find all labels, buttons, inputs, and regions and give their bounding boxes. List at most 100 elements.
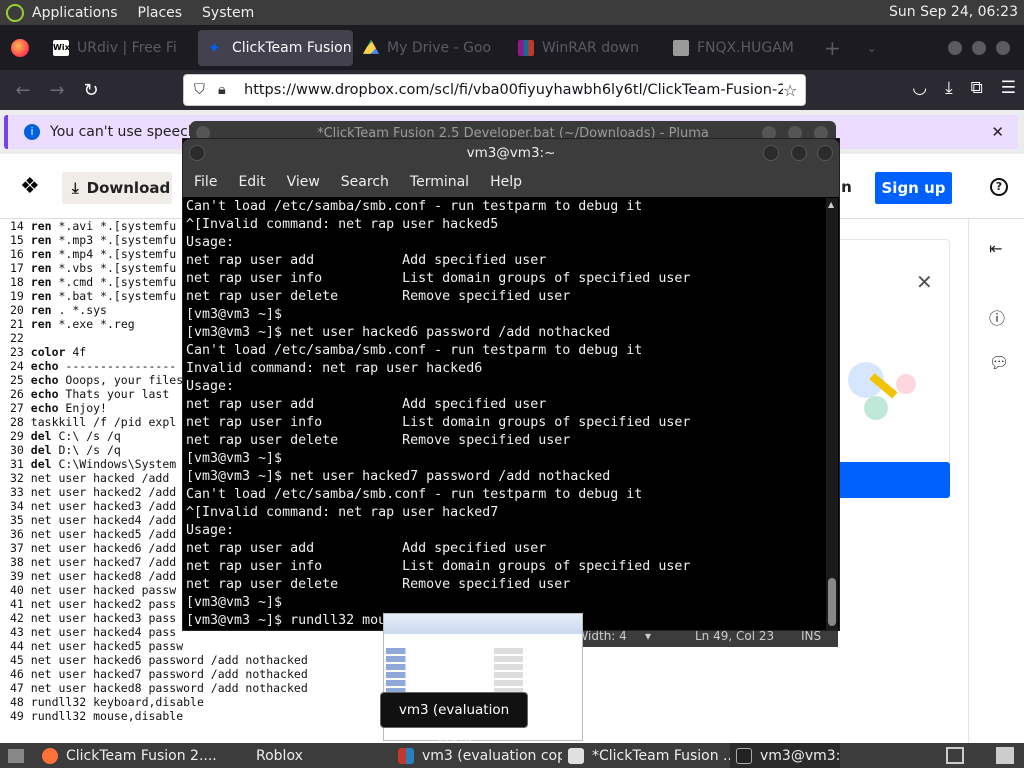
line-number: 18 [10,275,24,289]
task-pluma[interactable]: *ClickTeam Fusion ... [562,743,730,768]
line-number: 40 [10,583,24,597]
url-text[interactable]: https://www.dropbox.com/scl/fi/vba00fiyu… [244,82,783,98]
trash-icon[interactable] [996,747,1014,764]
line-text: rundll32 keyboard,disable [30,695,204,709]
terminal-line: net rap user delete Remove specified use… [186,577,571,592]
terminal-menu-search[interactable]: Search [341,174,389,190]
task-terminal[interactable]: vm3@vm3:~ [730,743,840,768]
terminal-line: net rap user info List domain groups of … [186,415,691,430]
terminal-menu-view[interactable]: View [287,174,320,190]
menu-applications[interactable]: Applications [32,5,118,21]
url-bar[interactable]: ⛉ 🔒︎ https://www.dropbox.com/scl/fi/vba0… [183,74,806,106]
line-text: net user hacked8 /add [30,569,177,583]
downloads-icon[interactable]: ⤓ [945,78,953,98]
line-number: 41 [10,597,24,611]
tab-dropbox[interactable]: ✦ ClickTeam Fusion ✕ [198,29,353,66]
winrar-icon [518,39,534,56]
scrollbar-thumb[interactable] [828,578,836,626]
menu-system[interactable]: System [202,5,254,21]
terminal-menu-icon[interactable] [189,145,205,161]
notification-close-icon[interactable]: ✕ [991,123,1004,141]
line-text: D:\ /s /q [51,443,121,457]
terminal-close-icon[interactable] [817,145,833,161]
tab-winrar[interactable]: WinRAR down [508,30,663,66]
tab-drive[interactable]: My Drive - Goo [353,30,508,66]
promo-action-button[interactable] [836,462,950,498]
tab-list-icon[interactable]: ⌄ [867,41,877,55]
line-number: 49 [10,709,24,723]
file-line: 46 net user hacked7 password /add nothac… [10,667,308,681]
collapse-panel-icon[interactable]: ⇤ [989,239,1002,258]
line-text: net user hacked /add [30,471,170,485]
show-desktop-icon[interactable] [8,748,24,763]
terminal-scrollbar[interactable]: ▲ [826,198,838,630]
minimize-icon[interactable] [948,40,962,55]
new-tab-icon[interactable]: + [824,36,841,60]
shield-icon[interactable]: ⛉ [194,82,210,98]
line-text: net user hacked6 password /add nothacked [30,653,308,667]
tab-generic[interactable]: FNQX.HUGAM [663,30,818,66]
extensions-icon[interactable]: ⧉ [971,78,983,98]
terminal-menu-terminal[interactable]: Terminal [410,174,469,190]
line-number: 43 [10,625,24,639]
terminal-line: net rap user add Add specified user [186,541,547,556]
side-panel: ⇤ ⓘ 💬︎ [968,219,1024,743]
back-icon[interactable]: ← [6,80,40,101]
file-line: 48 rundll32 keyboard,disable [10,695,308,709]
vm-icon [398,747,414,764]
task-label: ClickTeam Fusion 2.... [66,747,217,764]
task-firefox[interactable]: ClickTeam Fusion 2.... [36,743,226,768]
line-number: 32 [10,471,24,485]
task-vm[interactable]: vm3 (evaluation copy) [392,743,562,768]
workspace-switcher-icon[interactable] [946,747,964,764]
menu-places[interactable]: Places [138,5,183,21]
terminal-line: net rap user info List domain groups of … [186,559,691,574]
line-number: 26 [10,387,24,401]
terminal-minimize-icon[interactable] [763,145,779,161]
mate-logo-icon[interactable] [6,3,24,22]
terminal-line: ^[Invalid command: net rap user hacked5 [186,217,499,232]
bookmark-star-icon[interactable]: ☆ [783,81,805,100]
terminal-line: ^[Invalid command: net rap user hacked7 [186,505,499,520]
reload-icon[interactable]: ↻ [74,80,108,101]
download-button[interactable]: ⤓ Download [62,172,172,204]
lock-icon[interactable]: 🔒︎ [218,82,234,98]
line-number: 20 [10,303,24,317]
line-number: 33 [10,485,24,499]
task-roblox[interactable]: Roblox [226,743,366,768]
line-text: ---------------- [58,359,177,373]
terminal-menu-file[interactable]: File [194,174,217,190]
line-number: 37 [10,541,24,555]
terminal-menu-help[interactable]: Help [490,174,522,190]
comment-icon[interactable]: 💬︎ [989,353,1009,372]
info-circle-icon[interactable]: ⓘ [989,305,1005,329]
tab-wix[interactable]: Wix URdiv | Free Fi [43,30,198,66]
line-keyword: echo [30,387,59,401]
signup-button[interactable]: Sign up [875,172,952,204]
terminal-menu-edit[interactable]: Edit [238,174,265,190]
tab-label: My Drive - Goo [387,39,492,56]
scroll-up-icon[interactable]: ▲ [828,200,834,209]
terminal-titlebar[interactable]: vm3@vm3:~ [183,139,839,167]
dropbox-logo-icon[interactable]: ❖ [20,174,40,199]
line-text: rundll32 mouse,disable [30,709,184,723]
terminal-maximize-icon[interactable] [791,145,807,161]
maximize-icon[interactable] [972,40,986,55]
promo-close-icon[interactable]: ✕ [916,270,933,294]
firefox-icon[interactable] [11,38,29,57]
close-window-icon[interactable] [996,40,1010,55]
terminal-output[interactable]: Can't load /etc/samba/smb.conf - run tes… [186,198,826,630]
forward-icon[interactable]: → [40,80,74,101]
line-keyword: ren [30,247,52,261]
line-text: *.mp4 *.[systemfu [51,247,177,261]
line-text: net user hacked6 /add [30,541,177,555]
line-keyword: ren [30,275,52,289]
pocket-icon[interactable]: ◡ [912,78,927,98]
line-text: net user hacked5 passw [30,639,184,653]
tab-width-dropdown-icon[interactable]: ▾ [645,629,651,643]
terminal-line: net rap user info List domain groups of … [186,271,691,286]
panel-clock[interactable]: Sun Sep 24, 06:23 [889,4,1018,20]
menu-hamburger-icon[interactable]: ☰ [1001,78,1016,98]
help-icon[interactable]: ? [990,178,1008,196]
line-keyword: del [30,443,52,457]
